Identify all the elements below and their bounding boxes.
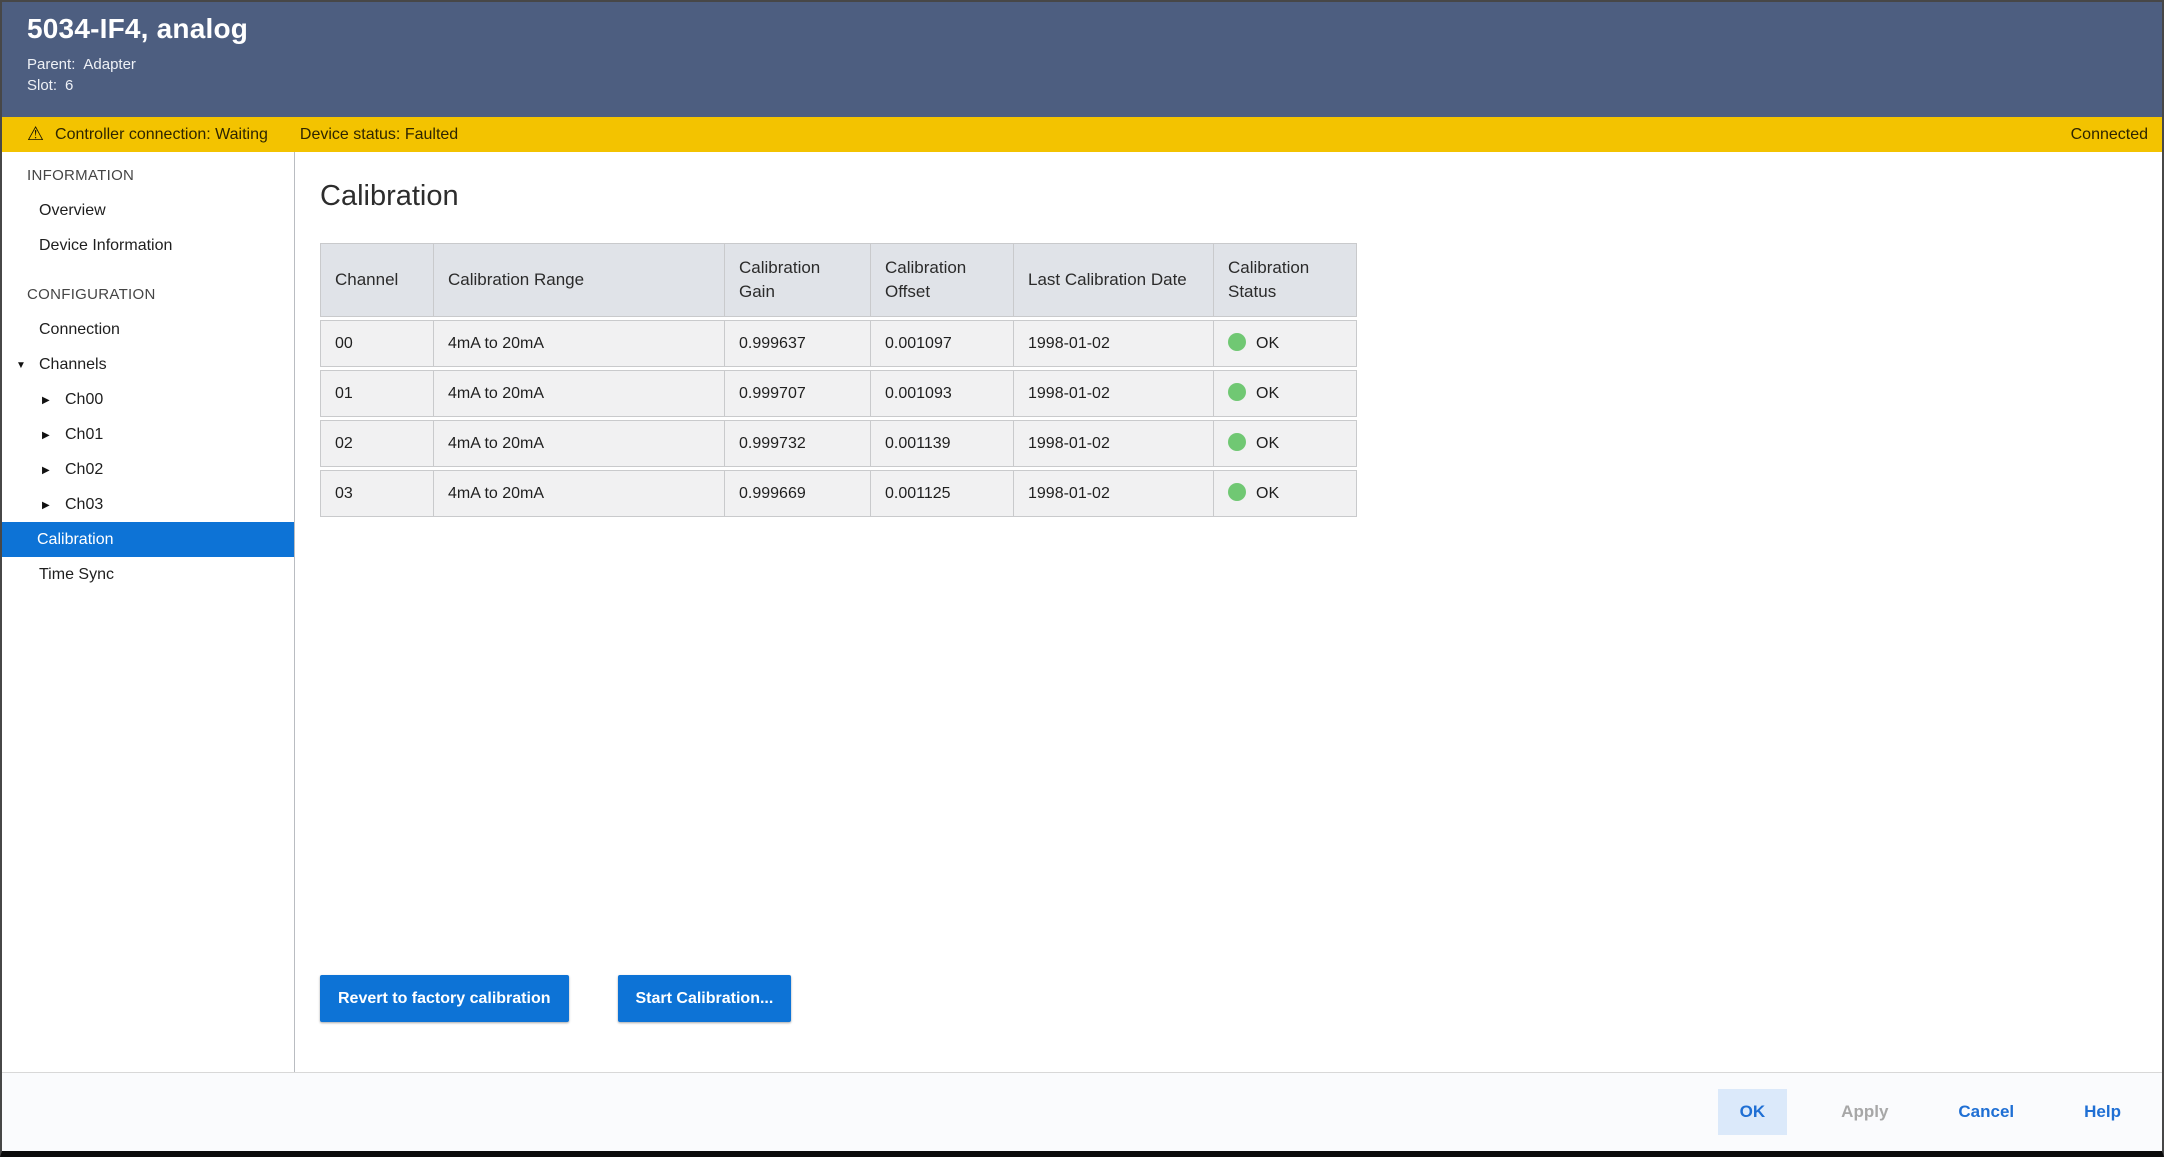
controller-connection-status: Controller connection: Waiting: [55, 126, 268, 144]
sidebar-item-time-sync[interactable]: Time Sync: [2, 557, 294, 592]
status-alert-bar: ⚠ Controller connection: Waiting Device …: [2, 117, 2162, 152]
parent-line: Parent: Adapter: [27, 54, 2138, 75]
sidebar-item-ch00[interactable]: ▶ Ch00: [2, 382, 294, 417]
cell-date: 1998-01-02: [1013, 370, 1213, 417]
cell-range: 4mA to 20mA: [433, 320, 724, 367]
device-title: 5034-IF4, analog: [27, 13, 2138, 45]
column-header: Calibration Range: [433, 243, 724, 317]
ok-button[interactable]: OK: [1718, 1089, 1788, 1135]
cell-date: 1998-01-02: [1013, 470, 1213, 517]
footer-bar: OK Apply Cancel Help: [2, 1072, 2162, 1151]
cell-date: 1998-01-02: [1013, 320, 1213, 367]
sidebar-item-overview[interactable]: Overview: [2, 193, 294, 228]
table-row: 014mA to 20mA0.9997070.0010931998-01-02 O…: [320, 370, 1357, 417]
cancel-button[interactable]: Cancel: [1942, 1089, 2030, 1135]
sidebar-item-channels-label[interactable]: Channels: [39, 356, 107, 373]
table-body: 004mA to 20mA0.9996370.0010971998-01-02O…: [320, 320, 1357, 517]
cell-status: OK: [1213, 420, 1357, 467]
column-header: Last Calibration Date: [1013, 243, 1213, 317]
cell-status: OK: [1213, 470, 1357, 517]
sidebar-item-ch00-label[interactable]: Ch00: [65, 391, 103, 408]
column-header: Calibration Gain: [724, 243, 870, 317]
status-text: OK: [1256, 385, 1279, 402]
sidebar-nav: INFORMATION Overview Device Information …: [2, 152, 295, 1072]
sidebar-item-ch02[interactable]: ▶ Ch02: [2, 452, 294, 487]
sidebar-item-channels[interactable]: ▼ Channels: [2, 347, 294, 382]
status-ok-icon: [1228, 383, 1246, 401]
status-text: OK: [1256, 335, 1279, 352]
cell-channel: 00: [320, 320, 433, 367]
column-header: Calibration Offset: [870, 243, 1013, 317]
calibration-table: ChannelCalibration RangeCalibration Gain…: [320, 240, 1357, 520]
calibration-actions: Revert to factory calibration Start Cali…: [320, 975, 2132, 1022]
revert-to-factory-calibration-button[interactable]: Revert to factory calibration: [320, 975, 569, 1022]
table-row: 004mA to 20mA0.9996370.0010971998-01-02 O…: [320, 320, 1357, 367]
sidebar-item-ch01[interactable]: ▶ Ch01: [2, 417, 294, 452]
table-row: 024mA to 20mA0.9997320.0011391998-01-02 O…: [320, 420, 1357, 467]
sidebar-item-connection[interactable]: Connection: [2, 312, 294, 347]
sidebar-section-configuration: CONFIGURATION: [2, 277, 294, 312]
chevron-right-icon[interactable]: ▶: [42, 418, 56, 453]
status-text: OK: [1256, 485, 1279, 502]
cell-channel: 01: [320, 370, 433, 417]
warning-icon: ⚠: [27, 125, 44, 144]
cell-status: OK: [1213, 320, 1357, 367]
chevron-down-icon[interactable]: ▼: [16, 348, 30, 383]
status-ok-icon: [1228, 433, 1246, 451]
sidebar-item-ch03[interactable]: ▶ Ch03: [2, 487, 294, 522]
sidebar-section-information: INFORMATION: [2, 158, 294, 193]
titlebar: 5034-IF4, analog Parent: Adapter Slot: 6: [2, 2, 2162, 117]
help-button[interactable]: Help: [2068, 1089, 2137, 1135]
cell-gain: 0.999637: [724, 320, 870, 367]
page-title: Calibration: [320, 180, 2132, 213]
table-header-row: ChannelCalibration RangeCalibration Gain…: [320, 243, 1357, 317]
start-calibration-button[interactable]: Start Calibration...: [618, 975, 792, 1022]
cell-gain: 0.999669: [724, 470, 870, 517]
status-ok-icon: [1228, 483, 1246, 501]
status-ok-icon: [1228, 333, 1246, 351]
chevron-right-icon[interactable]: ▶: [42, 488, 56, 523]
slot-line: Slot: 6: [27, 75, 2138, 96]
status-text: OK: [1256, 435, 1279, 452]
parent-label: Parent:: [27, 56, 75, 73]
device-properties-window: 5034-IF4, analog Parent: Adapter Slot: 6 ⚠…: [0, 0, 2164, 1157]
cell-gain: 0.999732: [724, 420, 870, 467]
cell-offset: 0.001093: [870, 370, 1013, 417]
connection-state: Connected: [2071, 126, 2148, 144]
sidebar-item-ch02-label[interactable]: Ch02: [65, 461, 103, 478]
sidebar-item-calibration[interactable]: Calibration: [2, 522, 294, 557]
cell-date: 1998-01-02: [1013, 420, 1213, 467]
apply-button[interactable]: Apply: [1825, 1089, 1904, 1135]
sidebar-item-ch03-label[interactable]: Ch03: [65, 496, 103, 513]
sidebar-item-device-information[interactable]: Device Information: [2, 228, 294, 263]
parent-value: Adapter: [83, 56, 136, 73]
cell-gain: 0.999707: [724, 370, 870, 417]
device-status: Device status: Faulted: [300, 126, 458, 144]
cell-offset: 0.001139: [870, 420, 1013, 467]
chevron-right-icon[interactable]: ▶: [42, 383, 56, 418]
cell-offset: 0.001097: [870, 320, 1013, 367]
chevron-right-icon[interactable]: ▶: [42, 453, 56, 488]
column-header: Channel: [320, 243, 433, 317]
main-content: Calibration ChannelCalibration RangeCali…: [295, 152, 2162, 1072]
slot-value: 6: [65, 77, 73, 94]
cell-status: OK: [1213, 370, 1357, 417]
cell-channel: 03: [320, 470, 433, 517]
cell-channel: 02: [320, 420, 433, 467]
slot-label: Slot:: [27, 77, 57, 94]
cell-offset: 0.001125: [870, 470, 1013, 517]
table-row: 034mA to 20mA0.9996690.0011251998-01-02 O…: [320, 470, 1357, 517]
cell-range: 4mA to 20mA: [433, 420, 724, 467]
body: INFORMATION Overview Device Information …: [2, 152, 2162, 1072]
column-header: Calibration Status: [1213, 243, 1357, 317]
cell-range: 4mA to 20mA: [433, 370, 724, 417]
sidebar-item-ch01-label[interactable]: Ch01: [65, 426, 103, 443]
cell-range: 4mA to 20mA: [433, 470, 724, 517]
